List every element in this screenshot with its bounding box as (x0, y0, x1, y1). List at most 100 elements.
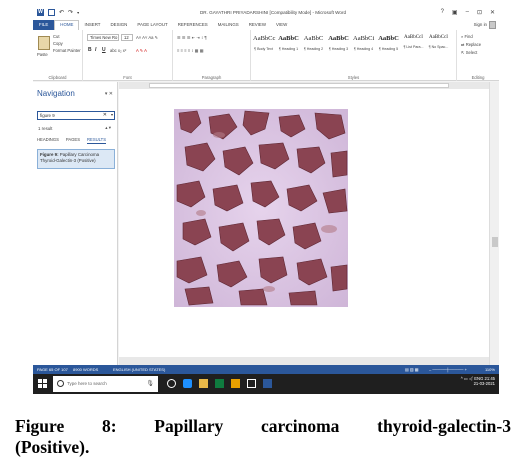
style-sample: AaBbCc (253, 35, 276, 42)
format-painter-button[interactable]: Format Painter (53, 48, 81, 53)
word-count[interactable]: 8900 WORDS (73, 365, 98, 374)
windows-taskbar: Type here to search 🎙 ^ ▭ ◁ʼ ENG 21:45 2… (33, 374, 499, 394)
document-page[interactable] (119, 89, 489, 357)
ribbon-home: Paste Cut Copy Format Painter Clipboard … (33, 30, 499, 81)
cut-button[interactable]: Cut (53, 34, 60, 39)
tab-view[interactable]: VIEW (271, 20, 292, 30)
clear-search-icon[interactable]: ✕ (103, 112, 107, 118)
window-controls: ? ▣ – ⊡ ✕ (441, 9, 495, 16)
style-heading-4[interactable]: AaBbCi ¶ Heading 4 (353, 35, 374, 57)
grow-shrink-font-icons[interactable]: A˄ A˅ Aa ✎ (136, 35, 158, 40)
clock-date: 21-03-2021 (473, 381, 495, 386)
search-options-icon[interactable]: ▾ (111, 112, 113, 117)
style-heading-2[interactable]: AaBbC ¶ Heading 2 (303, 35, 324, 57)
style-name: ¶ Heading 5 (378, 47, 399, 51)
microphone-icon[interactable]: 🎙 (146, 380, 154, 387)
redo-icon[interactable]: ↷ (68, 9, 73, 16)
alignment-icons[interactable]: ≡ ≡ ≡ ≡ ↕ ▦ ▦ (177, 48, 204, 53)
taskbar-search-box[interactable]: Type here to search 🎙 (53, 376, 158, 392)
tab-home[interactable]: HOME (54, 20, 80, 30)
tab-references[interactable]: REFERENCES (173, 20, 213, 30)
cortana-icon[interactable] (57, 380, 64, 387)
tab-headings[interactable]: HEADINGS (37, 137, 59, 144)
font-size-box[interactable]: 12 (121, 34, 133, 41)
font-name-box[interactable]: Times New Ro (87, 34, 119, 41)
result-count: 1 result (38, 126, 53, 131)
style-heading-1[interactable]: AaBbC ¶ Heading 1 (278, 35, 299, 57)
result-nav-arrows: ▴ ▾ (105, 125, 111, 131)
customize-qat-icon[interactable]: ▾ (77, 10, 79, 15)
find-button[interactable]: ⌕ Find (461, 34, 473, 39)
tab-page-layout[interactable]: PAGE LAYOUT (132, 20, 172, 30)
style-body-text[interactable]: AaBbCc ¶ Body Text (253, 35, 276, 57)
tab-mailings[interactable]: MAILINGS (213, 20, 244, 30)
underline-button[interactable]: U (102, 47, 106, 53)
tab-design[interactable]: DESIGN (106, 20, 133, 30)
paste-icon[interactable] (38, 36, 50, 50)
style-name: ¶ List Para... (403, 45, 424, 49)
editing-group: ⌕ Find ⇄ Replace ⇱ Select Editing (457, 30, 499, 81)
style-sample: AaBbC (303, 35, 324, 42)
paste-button[interactable]: Paste (37, 52, 48, 57)
navigation-title: Navigation (37, 89, 75, 98)
style-name: ¶ Heading 1 (278, 47, 299, 51)
ribbon-display-button[interactable]: ▣ (452, 9, 458, 16)
style-list-paragraph[interactable]: AaBbCcI ¶ List Para... (403, 35, 424, 57)
replace-button[interactable]: ⇄ Replace (461, 42, 481, 47)
zoom-slider[interactable]: – ─────┼───── + (429, 365, 467, 374)
style-heading-3[interactable]: AaBbC ¶ Heading 3 (328, 35, 349, 57)
save-icon[interactable] (48, 9, 55, 16)
mail-icon[interactable] (247, 379, 256, 388)
strike-sub-sup-icons[interactable]: abc x₂ x² (110, 48, 126, 53)
zoom-level[interactable]: 110% (485, 365, 495, 374)
help-button[interactable]: ? (441, 9, 444, 16)
minimize-button[interactable]: – (466, 9, 469, 16)
tab-review[interactable]: REVIEW (244, 20, 271, 30)
find-label: Find (464, 34, 473, 39)
sign-in-link[interactable]: Sign in (474, 22, 487, 27)
previous-result-icon[interactable]: ▴ (105, 125, 107, 130)
style-no-spacing[interactable]: AaBbCcI ¶ No Spac... (428, 35, 449, 57)
style-name: ¶ Heading 3 (328, 47, 349, 51)
system-tray[interactable]: ^ ▭ ◁ʼ ENG 21:45 21-03-2021 (461, 376, 495, 386)
paragraph-group: ☰ ☰ ☰ ⇤ ⇥ ↕ ¶ ≡ ≡ ≡ ≡ ↕ ▦ ▦ Paragraph (173, 30, 251, 81)
horizontal-ruler[interactable] (149, 83, 449, 88)
text-effects-icons[interactable]: A ✎ A (136, 48, 147, 53)
store-icon[interactable] (215, 379, 224, 388)
tab-results[interactable]: RESULTS (87, 137, 107, 144)
italic-button[interactable]: I (95, 47, 96, 53)
word-taskbar-icon[interactable] (263, 379, 272, 388)
tab-pages[interactable]: PAGES (66, 137, 80, 144)
file-explorer-icon[interactable] (199, 379, 208, 388)
avatar[interactable] (489, 21, 496, 29)
copy-button[interactable]: Copy (53, 41, 63, 46)
ribbon-tabs: FILE HOME INSERT DESIGN PAGE LAYOUT REFE… (33, 20, 499, 30)
page-indicator[interactable]: PAGE 65 OF 107 (37, 365, 68, 374)
view-mode-icons[interactable]: ▤ ▥ ▦ (405, 365, 419, 374)
language-indicator[interactable]: ENGLISH (UNITED STATES) (113, 365, 165, 374)
pane-options-icon[interactable]: ▾ (105, 91, 108, 97)
edge-icon[interactable] (183, 379, 192, 388)
app-icon[interactable] (231, 379, 240, 388)
style-sample: AaBbCi (353, 35, 375, 42)
bold-button[interactable]: B (88, 47, 92, 53)
task-view-icon[interactable] (167, 379, 176, 388)
scrollbar-thumb[interactable] (492, 237, 498, 247)
maximize-button[interactable]: ⊡ (477, 9, 482, 16)
tab-insert[interactable]: INSERT (79, 20, 105, 30)
replace-label: Replace (465, 42, 482, 47)
list-indent-icons[interactable]: ☰ ☰ ☰ ⇤ ⇥ ↕ ¶ (177, 35, 207, 40)
window-title: DR. GAYATHRI PRIYADARSHINI [Compatibilit… (199, 10, 347, 15)
style-sample: AaBbC (378, 35, 399, 42)
undo-icon[interactable]: ↶ (59, 9, 64, 16)
vertical-scrollbar[interactable] (489, 82, 499, 365)
windows-start-icon[interactable] (38, 379, 47, 388)
clipboard-group: Paste Cut Copy Format Painter Clipboard (33, 30, 83, 81)
next-result-icon[interactable]: ▾ (109, 125, 111, 130)
style-heading-5[interactable]: AaBbC ¶ Heading 5 (378, 35, 399, 57)
close-pane-icon[interactable]: ✕ (109, 91, 113, 97)
tab-file[interactable]: FILE (33, 20, 55, 30)
close-button[interactable]: ✕ (490, 9, 495, 16)
select-button[interactable]: ⇱ Select (461, 50, 477, 55)
search-result-item[interactable]: Figure 9: Papillary Carcinoma Thyroid-Ga… (37, 149, 115, 169)
